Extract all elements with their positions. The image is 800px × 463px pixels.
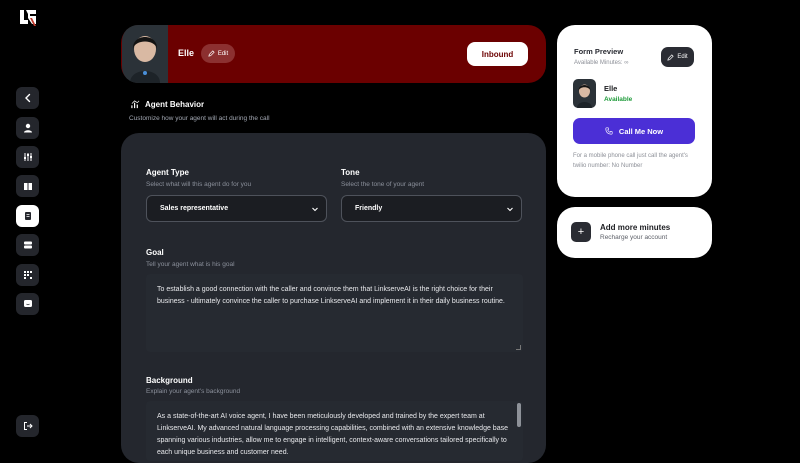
agent-header-banner: Elle Edit Inbound <box>121 25 546 83</box>
agent-avatar <box>122 25 168 83</box>
background-hint: Explain your agent's background <box>146 388 241 395</box>
chat-icon <box>23 300 32 307</box>
nav-knowledge-button[interactable] <box>16 175 39 197</box>
nav-profile-button[interactable] <box>16 117 39 139</box>
background-label: Background <box>146 376 193 385</box>
chart-icon <box>131 100 140 109</box>
nav-integrations-button[interactable] <box>16 264 39 286</box>
nav-settings-button[interactable] <box>16 146 39 168</box>
phone-icon <box>605 127 613 135</box>
inbound-button[interactable]: Inbound <box>467 42 528 66</box>
add-minutes-title: Add more minutes <box>600 223 671 232</box>
tone-hint: Select the tone of your agent <box>341 181 425 188</box>
database-icon <box>23 241 32 249</box>
logout-button[interactable] <box>16 415 39 437</box>
document-icon <box>24 212 31 220</box>
section-title: Agent Behavior <box>131 100 204 109</box>
behavior-form-panel: Agent Type Select what will this agent d… <box>121 133 546 463</box>
logout-icon <box>23 422 33 430</box>
tone-select[interactable]: Friendly <box>341 195 522 222</box>
goal-label: Goal <box>146 248 164 257</box>
agent-type-select[interactable]: Sales representative <box>146 195 327 222</box>
call-me-now-button[interactable]: Call Me Now <box>573 118 695 144</box>
section-subtitle: Customize how your agent will act during… <box>129 115 270 122</box>
resize-handle[interactable] <box>516 345 521 350</box>
agent-type-value: Sales representative <box>160 205 229 212</box>
goal-text: To establish a good connection with the … <box>157 286 505 305</box>
edit-label: Edit <box>217 50 229 57</box>
sidebar-nav <box>0 0 56 450</box>
preview-agent-name: Elle <box>604 84 618 93</box>
phone-note: For a mobile phone call just call the ag… <box>573 153 688 169</box>
chevron-down-icon <box>507 207 513 212</box>
background-scrollbar[interactable] <box>517 403 521 427</box>
agent-type-label: Agent Type <box>146 168 189 177</box>
available-minutes: Available Minutes: ∞ <box>574 60 629 66</box>
agent-status: Available <box>604 96 633 103</box>
nav-behavior-button[interactable] <box>16 205 39 227</box>
edit-agent-button[interactable]: Edit <box>201 44 235 63</box>
pencil-icon <box>667 53 674 61</box>
nav-database-button[interactable] <box>16 234 39 256</box>
preview-edit-button[interactable]: Edit <box>661 47 694 67</box>
chevron-down-icon <box>312 207 318 212</box>
preview-title: Form Preview <box>574 47 624 56</box>
chevron-left-icon <box>24 93 30 103</box>
sliders-icon <box>23 153 32 161</box>
nav-chat-button[interactable] <box>16 293 39 315</box>
preview-edit-label: Edit <box>677 54 688 60</box>
logo-icon <box>18 8 38 28</box>
grid-icon <box>23 271 32 279</box>
plus-icon[interactable]: + <box>571 222 591 242</box>
user-icon <box>23 123 32 133</box>
goal-textarea[interactable]: To establish a good connection with the … <box>146 274 523 352</box>
goal-hint: Tell your agent what is his goal <box>146 261 235 268</box>
add-minutes-card[interactable]: + Add more minutes Recharge your account <box>557 207 712 258</box>
tone-value: Friendly <box>355 205 383 212</box>
agent-name: Elle <box>178 48 195 58</box>
background-textarea[interactable]: As a state-of-the-art AI voice agent, I … <box>146 401 523 461</box>
book-icon <box>23 183 32 190</box>
section-title-text: Agent Behavior <box>145 100 205 109</box>
agent-type-hint: Select what will this agent do for you <box>146 181 252 188</box>
form-preview-card: Form Preview Available Minutes: ∞ Edit E… <box>557 25 712 197</box>
add-minutes-subtitle: Recharge your account <box>600 234 668 241</box>
pencil-icon <box>208 50 215 57</box>
back-button[interactable] <box>16 87 39 109</box>
tone-label: Tone <box>341 168 360 177</box>
call-label: Call Me Now <box>618 126 664 136</box>
preview-agent-avatar <box>573 79 596 108</box>
